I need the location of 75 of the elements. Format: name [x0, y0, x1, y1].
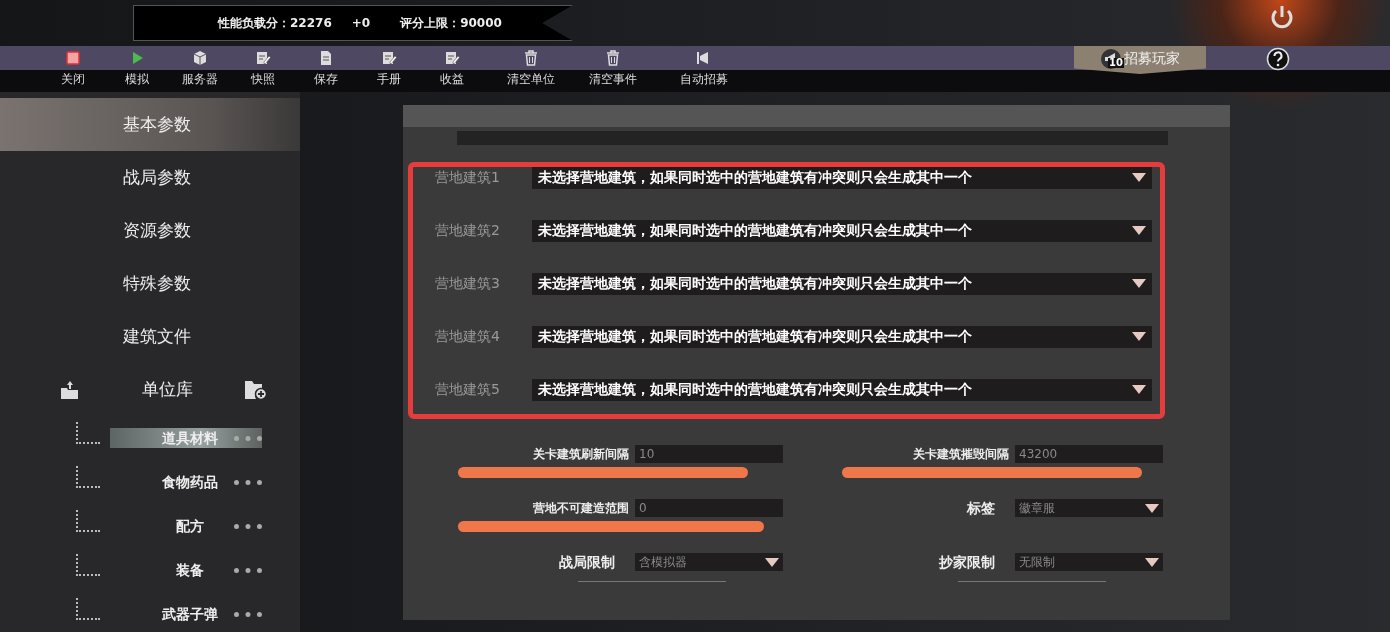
megaphone-button[interactable]: 自动招募	[672, 70, 736, 92]
drag-handle[interactable]	[234, 523, 262, 529]
tree-connector	[76, 510, 100, 532]
edit-icon[interactable]	[255, 50, 271, 66]
sidebar-item[interactable]: 基本参数	[0, 98, 300, 151]
drag-handle[interactable]	[234, 435, 262, 441]
folder-upload-icon[interactable]	[60, 379, 80, 400]
sidebar-item[interactable]: 建筑文件	[0, 310, 300, 363]
count-label: 10	[1108, 57, 1124, 68]
dropdown-arrow-icon	[1132, 226, 1146, 235]
dropdown-arrow-icon	[1145, 557, 1159, 567]
drag-handle[interactable]	[234, 567, 262, 573]
edit-icon[interactable]	[381, 50, 397, 66]
library-item[interactable]: 武器子弹	[110, 604, 262, 624]
field-label: 关卡建筑刷新间隔	[533, 446, 629, 463]
file-icon[interactable]	[318, 50, 334, 66]
dropdown[interactable]: 未选择营地建筑，如果同时选中的营地建筑有冲突则只会生成其中一个	[532, 325, 1152, 348]
trash-icon[interactable]	[523, 50, 539, 66]
tree-connector	[76, 554, 100, 576]
dropdown-arrow-icon	[1132, 332, 1146, 341]
edit-button[interactable]: 收益	[420, 70, 484, 92]
field-label: 标签	[967, 498, 995, 518]
field-label: 战局限制	[559, 552, 615, 572]
tree-connector	[76, 598, 100, 620]
cube-icon[interactable]	[192, 50, 208, 66]
help-icon[interactable]	[1266, 47, 1290, 71]
tree-connector	[76, 466, 100, 488]
stop-icon[interactable]	[65, 50, 81, 66]
drag-handle[interactable]	[234, 611, 262, 617]
stop-button[interactable]: 关闭	[41, 70, 105, 92]
dropdown[interactable]: 未选择营地建筑，如果同时选中的营地建筑有冲突则只会生成其中一个	[532, 378, 1152, 401]
field-label: 营地建筑5	[435, 380, 501, 399]
dropdown-arrow-icon	[1145, 503, 1159, 513]
input-field[interactable]: 0	[635, 499, 783, 517]
cube-button[interactable]: 服务器	[168, 70, 232, 92]
edit-button[interactable]: 快照	[231, 70, 295, 92]
field-label: 营地建筑1	[435, 168, 501, 187]
field-label: 抄家限制	[939, 552, 995, 572]
library-item[interactable]: 配方	[110, 516, 262, 536]
dropdown[interactable]: 未选择营地建筑，如果同时选中的营地建筑有冲突则只会生成其中一个	[532, 272, 1152, 295]
dropdown[interactable]: 未选择营地建筑，如果同时选中的营地建筑有冲突则只会生成其中一个	[532, 166, 1152, 189]
dropdown-arrow-icon	[765, 557, 779, 567]
trash-button[interactable]: 清空单位	[499, 70, 563, 92]
input-field[interactable]: 10	[635, 445, 783, 463]
score-limit: 评分上限：90000	[400, 15, 502, 32]
field-label: 营地建筑4	[435, 327, 501, 346]
library-item[interactable]: 食物药品	[110, 472, 262, 492]
trash-icon[interactable]	[605, 50, 621, 66]
field-label: 营地建筑2	[435, 221, 501, 240]
input-field[interactable]: 43200	[1015, 445, 1163, 463]
field-label: 营地建筑3	[435, 274, 501, 293]
field-label: 关卡建筑摧毁间隔	[913, 446, 1009, 463]
edit-icon[interactable]	[444, 50, 460, 66]
field-label: 营地不可建造范围	[533, 500, 629, 517]
dropdown[interactable]: 无限制	[1015, 553, 1163, 571]
drag-handle[interactable]	[234, 479, 262, 485]
library-item[interactable]: 装备	[110, 560, 262, 580]
folder-add-icon[interactable]	[244, 378, 268, 401]
sidebar-item[interactable]: 战局参数	[0, 151, 300, 204]
edit-button[interactable]: 手册	[357, 70, 421, 92]
dropdown[interactable]: 徽章服	[1015, 499, 1163, 517]
score-delta: +0	[351, 15, 371, 32]
dropdown-arrow-icon	[1132, 173, 1146, 182]
section-title: 单位库	[141, 377, 193, 401]
dropdown[interactable]: 含模拟器	[635, 553, 783, 571]
dropdown-arrow-icon	[1132, 385, 1146, 394]
sidebar-item[interactable]: 资源参数	[0, 204, 300, 257]
play-button[interactable]: 模拟	[105, 70, 169, 92]
file-button[interactable]: 保存	[294, 70, 358, 92]
sidebar-item[interactable]: 特殊参数	[0, 257, 300, 310]
load-score: 性能负载分：22276	[218, 15, 332, 32]
tree-connector	[76, 422, 100, 444]
trash-button[interactable]: 清空事件	[581, 70, 645, 92]
dropdown[interactable]: 未选择营地建筑，如果同时选中的营地建筑有冲突则只会生成其中一个	[532, 219, 1152, 242]
dropdown-arrow-icon	[1132, 279, 1146, 288]
